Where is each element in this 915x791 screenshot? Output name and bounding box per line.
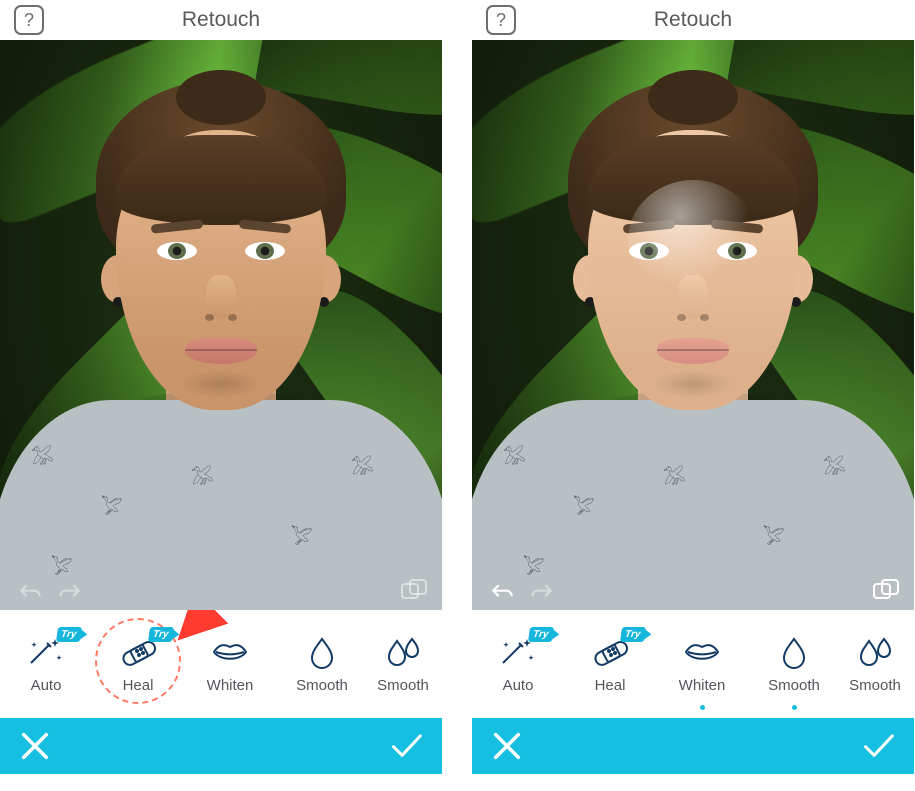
wand-sparkle-icon: Try [497, 635, 539, 669]
help-button[interactable]: ? [486, 5, 516, 35]
page-title: Retouch [472, 8, 914, 32]
screen-after: ? Retouch 𓅮 𓅯 𓅮 𓅯 𓅮 𓅯 [472, 0, 914, 791]
confirm-button[interactable] [390, 729, 424, 763]
active-indicator-dot [700, 705, 705, 710]
tool-auto[interactable]: Try Auto [472, 610, 564, 718]
tool-label: Auto [503, 677, 534, 694]
action-bar [472, 718, 914, 774]
tool-heal[interactable]: Try Heal [92, 610, 184, 718]
droplets-icon [382, 635, 424, 669]
tool-label: Smooth [849, 677, 901, 694]
photo-canvas[interactable]: 𓅮 𓅯 𓅮 𓅯 𓅮 𓅯 [472, 40, 914, 610]
try-badge: Try [56, 627, 82, 642]
droplets-icon [854, 635, 896, 669]
tool-auto[interactable]: Try Auto [0, 610, 92, 718]
tool-label: Auto [31, 677, 62, 694]
tool-label: Smooth [768, 677, 820, 694]
droplet-icon [301, 635, 343, 669]
tool-whiten[interactable]: Whiten [656, 610, 748, 718]
top-bar: ? Retouch [0, 0, 442, 40]
undo-button[interactable] [18, 582, 44, 600]
tool-smooth[interactable]: Smooth [276, 610, 368, 718]
portrait-subject-retouched: 𓅮 𓅯 𓅮 𓅯 𓅮 𓅯 [472, 40, 914, 610]
help-icon: ? [496, 10, 506, 31]
tool-heal[interactable]: Try Heal [564, 610, 656, 718]
tool-label: Heal [595, 677, 626, 694]
lips-icon [209, 635, 251, 669]
try-badge: Try [620, 627, 646, 642]
screen-before: ? Retouch 𓅮 𓅯 𓅮 𓅯 𓅮 𓅯 [0, 0, 442, 791]
tool-smooth-overflow[interactable]: Smooth [368, 610, 438, 718]
droplet-icon [773, 635, 815, 669]
tool-whiten[interactable]: Whiten [184, 610, 276, 718]
top-bar: ? Retouch [472, 0, 914, 40]
tool-smooth[interactable]: Smooth [748, 610, 840, 718]
lips-icon [681, 635, 723, 669]
tool-label: Heal [123, 677, 154, 694]
help-button[interactable]: ? [14, 5, 44, 35]
undo-button[interactable] [490, 582, 516, 600]
confirm-button[interactable] [862, 729, 896, 763]
cancel-button[interactable] [18, 729, 52, 763]
page-title: Retouch [0, 8, 442, 32]
tool-smooth-overflow[interactable]: Smooth [840, 610, 910, 718]
try-badge: Try [148, 627, 174, 642]
photo-canvas[interactable]: 𓅮 𓅯 𓅮 𓅯 𓅮 𓅯 [0, 40, 442, 610]
tool-label: Whiten [679, 677, 726, 694]
redo-button[interactable] [56, 582, 82, 600]
cancel-button[interactable] [490, 729, 524, 763]
tool-label: Smooth [296, 677, 348, 694]
redo-button[interactable] [528, 582, 554, 600]
bandaid-icon: Try [117, 635, 159, 669]
compare-button[interactable] [872, 578, 900, 602]
try-badge: Try [528, 627, 554, 642]
active-indicator-dot [792, 705, 797, 710]
action-bar [0, 718, 442, 774]
tool-strip[interactable]: Try Auto Try Heal [472, 610, 914, 718]
portrait-subject: 𓅮 𓅯 𓅮 𓅯 𓅮 𓅯 [0, 40, 442, 610]
bandaid-icon: Try [589, 635, 631, 669]
tool-label: Smooth [377, 677, 429, 694]
tool-label: Whiten [207, 677, 254, 694]
tool-strip[interactable]: Try Auto Try Heal [0, 610, 442, 718]
help-icon: ? [24, 10, 34, 31]
compare-button[interactable] [400, 578, 428, 602]
wand-sparkle-icon: Try [25, 635, 67, 669]
